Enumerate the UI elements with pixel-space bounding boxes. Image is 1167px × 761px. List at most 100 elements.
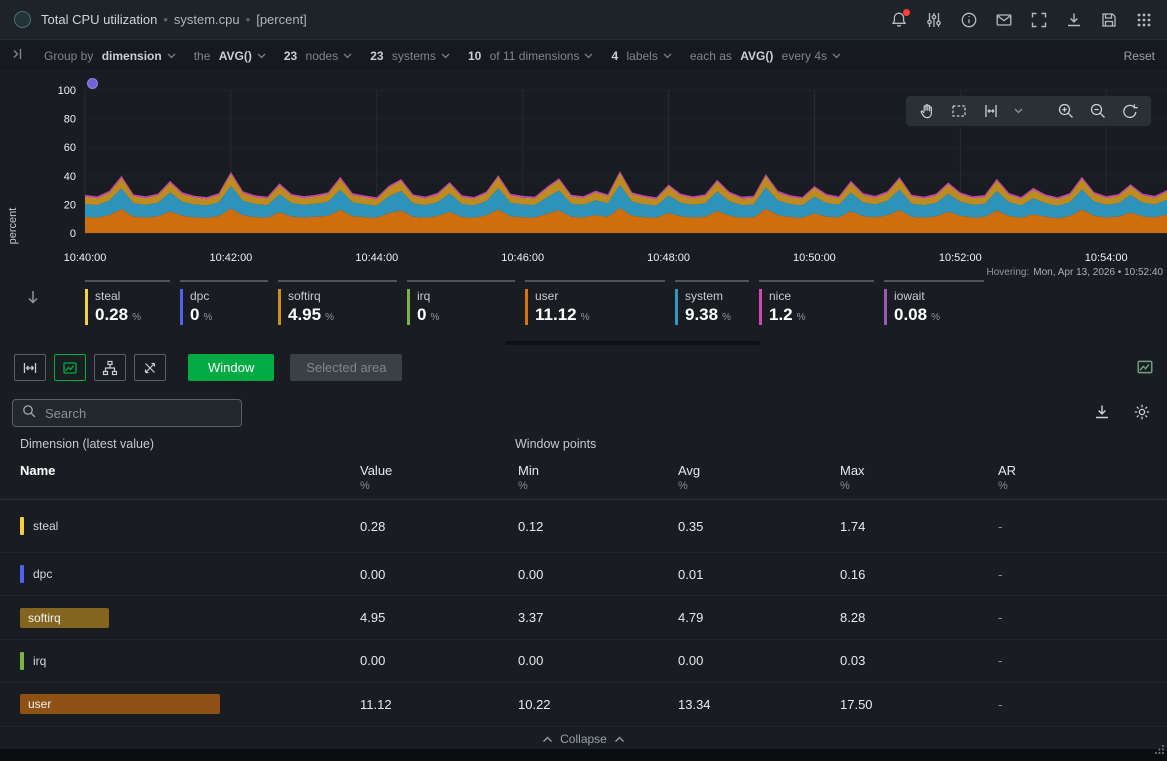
- netdata-chart-window: Total CPU utilization•system.cpu•[percen…: [0, 0, 1167, 761]
- zoom-reset-icon[interactable]: [1121, 102, 1139, 120]
- filter-dropdown-avg-the[interactable]: the AVG(): [194, 49, 266, 63]
- selected-area-button[interactable]: Selected area: [290, 354, 402, 381]
- column-header-ar[interactable]: AR%: [998, 463, 1167, 499]
- box-select-icon[interactable]: [950, 102, 968, 120]
- dimension-value-bar: [20, 652, 24, 670]
- table-row-softirq[interactable]: softirq4.953.374.798.28-: [0, 596, 1167, 639]
- chevron-up-icon: [614, 736, 625, 743]
- resize-grip[interactable]: [1154, 742, 1165, 760]
- select-mode-chevron-icon[interactable]: [1014, 108, 1023, 114]
- table-row-steal[interactable]: steal0.280.120.351.74-: [0, 501, 1167, 553]
- legend-item-steal[interactable]: steal0.28%: [85, 280, 170, 325]
- sidebar-toggle-icon[interactable]: [12, 48, 26, 63]
- horizontal-select-icon[interactable]: [982, 102, 1000, 120]
- save-icon[interactable]: [1100, 11, 1118, 29]
- pan-icon[interactable]: [918, 102, 936, 120]
- legend-dimension-name: user: [535, 289, 665, 303]
- column-header-name[interactable]: Name: [20, 463, 360, 499]
- table-settings-gear-icon[interactable]: [1133, 403, 1151, 421]
- filter-dropdown-4-labels[interactable]: 4 labels: [611, 49, 671, 63]
- svg-text:100: 100: [58, 85, 76, 97]
- info-icon[interactable]: [960, 11, 978, 29]
- legend-item-irq[interactable]: irq0%: [407, 280, 515, 325]
- collapse-bar[interactable]: Collapse: [0, 732, 1167, 746]
- cell-avg: 0.01: [678, 567, 840, 582]
- dimension-value-bar: [20, 565, 24, 583]
- svg-text:10:40:00: 10:40:00: [64, 252, 107, 264]
- hover-info: Hovering:Mon, Apr 13, 2026 • 10:52:40: [986, 267, 1163, 278]
- legend-item-nice[interactable]: nice1.2%: [759, 280, 874, 325]
- chart-toolbar: [906, 96, 1151, 126]
- filter-dropdown-23-nodes[interactable]: 23 nodes: [284, 49, 352, 63]
- cell-value: 4.95: [360, 610, 518, 625]
- legend-track: [180, 280, 268, 282]
- dimension-color-bar: [278, 289, 281, 325]
- group-header-window-points: Window points: [515, 437, 596, 451]
- svg-text:10:52:00: 10:52:00: [939, 252, 982, 264]
- expand-horizontal-icon[interactable]: [14, 354, 46, 381]
- svg-text:10:50:00: 10:50:00: [793, 252, 836, 264]
- legend-dimension-value: 4.95%: [288, 305, 397, 325]
- cross-arrows-icon[interactable]: [134, 354, 166, 381]
- cell-min: 0.12: [518, 519, 678, 534]
- table-row-dpc[interactable]: dpc0.000.000.010.16-: [0, 553, 1167, 596]
- column-header-value[interactable]: Value%: [360, 463, 518, 499]
- legend-item-iowait[interactable]: iowait0.08%: [884, 280, 984, 325]
- cell-avg: 0.35: [678, 519, 840, 534]
- search-input[interactable]: [43, 405, 232, 422]
- zoom-out-icon[interactable]: [1089, 102, 1107, 120]
- filter-dropdown-10-of-11-dimensions[interactable]: 10 of 11 dimensions: [468, 49, 594, 63]
- y-axis-label: percent: [7, 191, 19, 261]
- reset-button[interactable]: Reset: [1124, 49, 1155, 63]
- svg-text:10:44:00: 10:44:00: [355, 252, 398, 264]
- dimension-color-bar: [884, 289, 887, 325]
- dimension-name: steal: [33, 519, 58, 533]
- cell-ar: -: [998, 567, 1167, 582]
- zoom-in-icon[interactable]: [1057, 102, 1075, 120]
- titlebar-icons: [890, 11, 1153, 29]
- legend-track: [85, 280, 170, 282]
- svg-text:80: 80: [64, 114, 76, 126]
- column-header-max[interactable]: Max%: [840, 463, 998, 499]
- legend-track: [675, 280, 749, 282]
- filter-dropdown-dimension-group-by[interactable]: Group by dimension: [44, 49, 176, 63]
- cell-value: 0.00: [360, 567, 518, 582]
- table-row-irq[interactable]: irq0.000.000.000.03-: [0, 640, 1167, 683]
- inbox-icon[interactable]: [995, 11, 1013, 29]
- app-logo-icon: [14, 11, 31, 28]
- legend-item-system[interactable]: system9.38%: [675, 280, 749, 325]
- legend-track: [407, 280, 515, 282]
- legend-dimension-value: 0%: [190, 305, 268, 325]
- chart-thumbnail-icon[interactable]: [1136, 358, 1154, 381]
- cell-min: 3.37: [518, 610, 678, 625]
- legend-item-user[interactable]: user 11.12%: [525, 280, 665, 325]
- cell-ar: -: [998, 610, 1167, 625]
- legend-item-dpc[interactable]: dpc0%: [180, 280, 268, 325]
- column-header-avg[interactable]: Avg%: [678, 463, 840, 499]
- filter-dropdown-avg-every-4s[interactable]: each as AVG() every 4s: [690, 49, 841, 63]
- legend-dimension-value: 11.12%: [535, 305, 665, 325]
- hierarchy-icon[interactable]: [94, 354, 126, 381]
- download-icon[interactable]: [1065, 11, 1083, 29]
- cell-ar: -: [998, 519, 1167, 534]
- window-button[interactable]: Window: [188, 354, 274, 381]
- filter-dropdown-23-systems[interactable]: 23 systems: [370, 49, 450, 63]
- table-row-user[interactable]: user11.1210.2213.3417.50-: [0, 683, 1167, 726]
- legend-track: [525, 280, 665, 282]
- dimension-name: dpc: [33, 567, 52, 581]
- table-download-icon[interactable]: [1093, 403, 1111, 421]
- apps-grid-icon[interactable]: [1135, 11, 1153, 29]
- chart-image-icon[interactable]: [54, 354, 86, 381]
- arrow-down-icon[interactable]: [24, 288, 42, 311]
- svg-text:10:54:00: 10:54:00: [1085, 252, 1128, 264]
- legend-scrollbar[interactable]: [505, 341, 760, 345]
- anomaly-badge-icon[interactable]: [87, 78, 98, 89]
- legend-track: [759, 280, 874, 282]
- alerts-bell-icon[interactable]: [890, 11, 908, 29]
- legend-item-softirq[interactable]: softirq 4.95%: [278, 280, 397, 325]
- legend-dimension-name: softirq: [288, 289, 397, 303]
- fullscreen-icon[interactable]: [1030, 11, 1048, 29]
- metrics-sliders-icon[interactable]: [925, 11, 943, 29]
- table-group-headers: Dimension (latest value) Window points: [0, 437, 1167, 455]
- column-header-min[interactable]: Min%: [518, 463, 678, 499]
